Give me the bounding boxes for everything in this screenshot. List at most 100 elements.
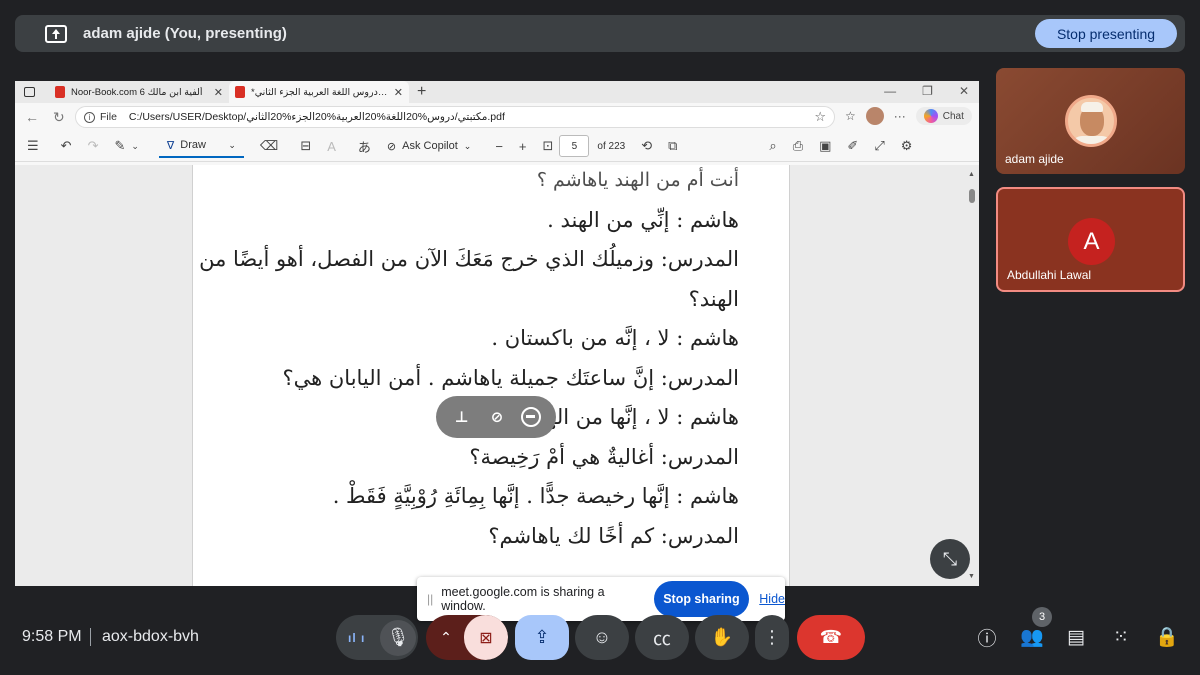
draw-label: Draw: [180, 139, 206, 151]
sharing-message: meet.google.com is sharing a window.: [441, 585, 605, 613]
copilot-icon: [923, 109, 938, 123]
close-icon[interactable]: ✕: [394, 86, 403, 99]
meeting-code: aox-bdox-bvh: [102, 628, 199, 645]
print-icon[interactable]: ⎙: [793, 138, 803, 154]
address-field[interactable]: i File C:/Users/USER/Desktop/مكتبتي/دروس…: [75, 106, 835, 128]
refresh-icon[interactable]: ↻: [53, 109, 71, 126]
stop-presenting-button[interactable]: Stop presenting: [1035, 19, 1177, 48]
more-icon[interactable]: ···: [894, 109, 906, 123]
text-line: هاشم : إنَّها رخيصة جدًّا . إنَّها بِمِا…: [332, 484, 739, 508]
unpin-icon[interactable]: ⊥: [451, 406, 473, 428]
chat-icon[interactable]: ▤: [1064, 625, 1088, 649]
stop-sharing-button[interactable]: Stop sharing: [653, 581, 750, 617]
text-line: المدرس: وزميلُك الذي خرج مَعَكَ الآن من …: [199, 247, 739, 271]
audio-level-icon: ıl ı: [348, 630, 366, 645]
participant-tile[interactable]: adam ajide: [996, 68, 1185, 174]
contents-icon[interactable]: ☰: [27, 138, 39, 154]
tab-title: *دروس اللغة العربية الجزء الثاني.pdf: [251, 86, 388, 98]
people-count-badge: 3: [1032, 607, 1052, 627]
present-now-button[interactable]: ⇪: [515, 615, 569, 660]
close-icon[interactable]: ✕: [214, 86, 223, 99]
settings-icon[interactable]: ⚙: [901, 138, 913, 154]
scroll-down-icon[interactable]: ▼: [968, 573, 975, 580]
microphone-button[interactable]: 🎙: [380, 619, 416, 656]
read-aloud-icon[interactable]: A: [327, 139, 336, 154]
copilot-outline-icon: ⊘: [386, 140, 397, 153]
audio-control: ıl ı 🎙: [336, 615, 418, 660]
translate-icon[interactable]: あ: [358, 137, 371, 156]
save-icon[interactable]: ▣: [819, 138, 831, 154]
activities-icon[interactable]: ⁙: [1109, 625, 1133, 649]
save-as-icon[interactable]: ✐: [847, 138, 858, 154]
undo-icon[interactable]: ↶: [61, 138, 72, 154]
favorite-star-icon[interactable]: ☆: [814, 109, 826, 125]
captions-button[interactable]: ㏄: [635, 615, 689, 660]
participant-name: Abdullahi Lawal: [1007, 268, 1092, 282]
pdf-scrollbar[interactable]: ▲ ▼: [968, 169, 976, 582]
address-bar-row: ← ↻ i File C:/Users/USER/Desktop/مكتبتي/…: [15, 103, 979, 131]
drag-handle-icon[interactable]: ||: [427, 592, 433, 606]
pdf-viewport[interactable]: أنت أم من الهند ياهاشم ؟ هاشم : إنِّي من…: [15, 165, 979, 586]
tab-arabic-lessons[interactable]: *دروس اللغة العربية الجزء الثاني.pdf ✕: [229, 81, 409, 103]
emoji-reaction-button[interactable]: ☺: [575, 615, 629, 660]
text-line: المدرس: أغاليةٌ هي أمْ رَخِيصة؟: [469, 444, 739, 469]
rotate-icon[interactable]: ⟲: [641, 138, 652, 154]
pdf-page: أنت أم من الهند ياهاشم ؟ هاشم : إنِّي من…: [192, 165, 790, 586]
zoom-out-icon[interactable]: −: [495, 139, 503, 154]
meeting-info-icon[interactable]: ⓘ: [975, 625, 999, 650]
highlight-icon[interactable]: ✎: [114, 138, 125, 154]
copilot-chat-button[interactable]: Chat: [915, 107, 972, 125]
pdf-file-icon: [235, 86, 245, 98]
back-icon[interactable]: ←: [25, 109, 43, 125]
zoom-in-icon[interactable]: +: [519, 139, 527, 154]
leave-call-button[interactable]: ☎: [797, 615, 865, 660]
people-icon[interactable]: 👥: [1020, 625, 1044, 649]
close-window-icon[interactable]: ✕: [959, 84, 969, 98]
meeting-time: 9:58 PM: [22, 628, 82, 645]
chevron-down-icon: ⌄: [228, 139, 236, 150]
eraser-icon[interactable]: ⌫: [260, 138, 278, 154]
scroll-up-icon[interactable]: ▲: [968, 171, 975, 178]
scroll-thumb[interactable]: [969, 189, 975, 203]
minimize-icon[interactable]: —: [884, 84, 896, 98]
camera-options-chevron-icon[interactable]: ⌃: [426, 615, 466, 660]
shared-window: Noor-Book.com 6 ألفية ابن مالك ✕ *دروس ا…: [15, 81, 979, 586]
redo-icon[interactable]: ↷: [88, 138, 99, 154]
participant-tile[interactable]: A Abdullahi Lawal: [996, 187, 1185, 292]
fit-page-icon[interactable]: ⊡: [543, 138, 554, 154]
info-icon[interactable]: i: [84, 111, 95, 123]
hide-link[interactable]: Hide: [759, 592, 785, 606]
presenting-title: adam ajide (You, presenting): [83, 25, 287, 42]
restore-icon[interactable]: ❐: [922, 84, 933, 98]
favorites-icon[interactable]: ☆: [845, 109, 856, 123]
chevron-down-icon: ⌄: [463, 140, 472, 151]
url-text: C:/Users/USER/Desktop/مكتبتي/دروس%20اللغ…: [128, 111, 505, 123]
remove-icon[interactable]: [521, 407, 542, 427]
camera-off-button[interactable]: ⊠: [464, 615, 508, 660]
tab-title: Noor-Book.com 6 ألفية ابن مالك: [71, 86, 203, 98]
floating-call-controls: ⊥ ⊘: [436, 396, 556, 438]
dialogue-text: أنت أم من الهند ياهاشم ؟ هاشم : إنِّي من…: [199, 165, 739, 556]
divider: [90, 628, 91, 646]
chevron-down-icon[interactable]: ⌄: [131, 141, 139, 152]
ask-copilot-button[interactable]: ⊘ Ask Copilot ⌄: [387, 140, 471, 153]
text-box-icon[interactable]: ⊟: [300, 138, 311, 154]
raise-hand-button[interactable]: ✋: [695, 615, 749, 660]
profile-avatar[interactable]: [865, 107, 884, 125]
mute-icon[interactable]: ⊘: [486, 406, 508, 428]
draw-button[interactable]: ∇ Draw ⌄: [158, 135, 244, 158]
search-icon[interactable]: ⌕: [769, 138, 776, 154]
browser-tabbar: Noor-Book.com 6 ألفية ابن مالك ✕ *دروس ا…: [15, 81, 979, 103]
more-options-button[interactable]: ⋮: [755, 615, 789, 660]
chat-label: Chat: [942, 110, 964, 122]
fullscreen-icon[interactable]: ⤢: [874, 138, 884, 154]
tab-actions-icon[interactable]: [24, 87, 35, 97]
host-controls-icon[interactable]: 🔒: [1155, 625, 1179, 649]
collapse-icon[interactable]: ⤡: [930, 539, 970, 579]
text-line: المدرس: كم أخًا لك ياهاشم؟: [488, 523, 739, 548]
new-tab-icon[interactable]: +: [417, 83, 426, 101]
tab-noor-book[interactable]: Noor-Book.com 6 ألفية ابن مالك ✕: [49, 81, 229, 103]
page-view-icon[interactable]: ⧉: [668, 138, 677, 154]
avatar: A: [1068, 218, 1115, 265]
page-number-input[interactable]: 5: [559, 135, 590, 157]
